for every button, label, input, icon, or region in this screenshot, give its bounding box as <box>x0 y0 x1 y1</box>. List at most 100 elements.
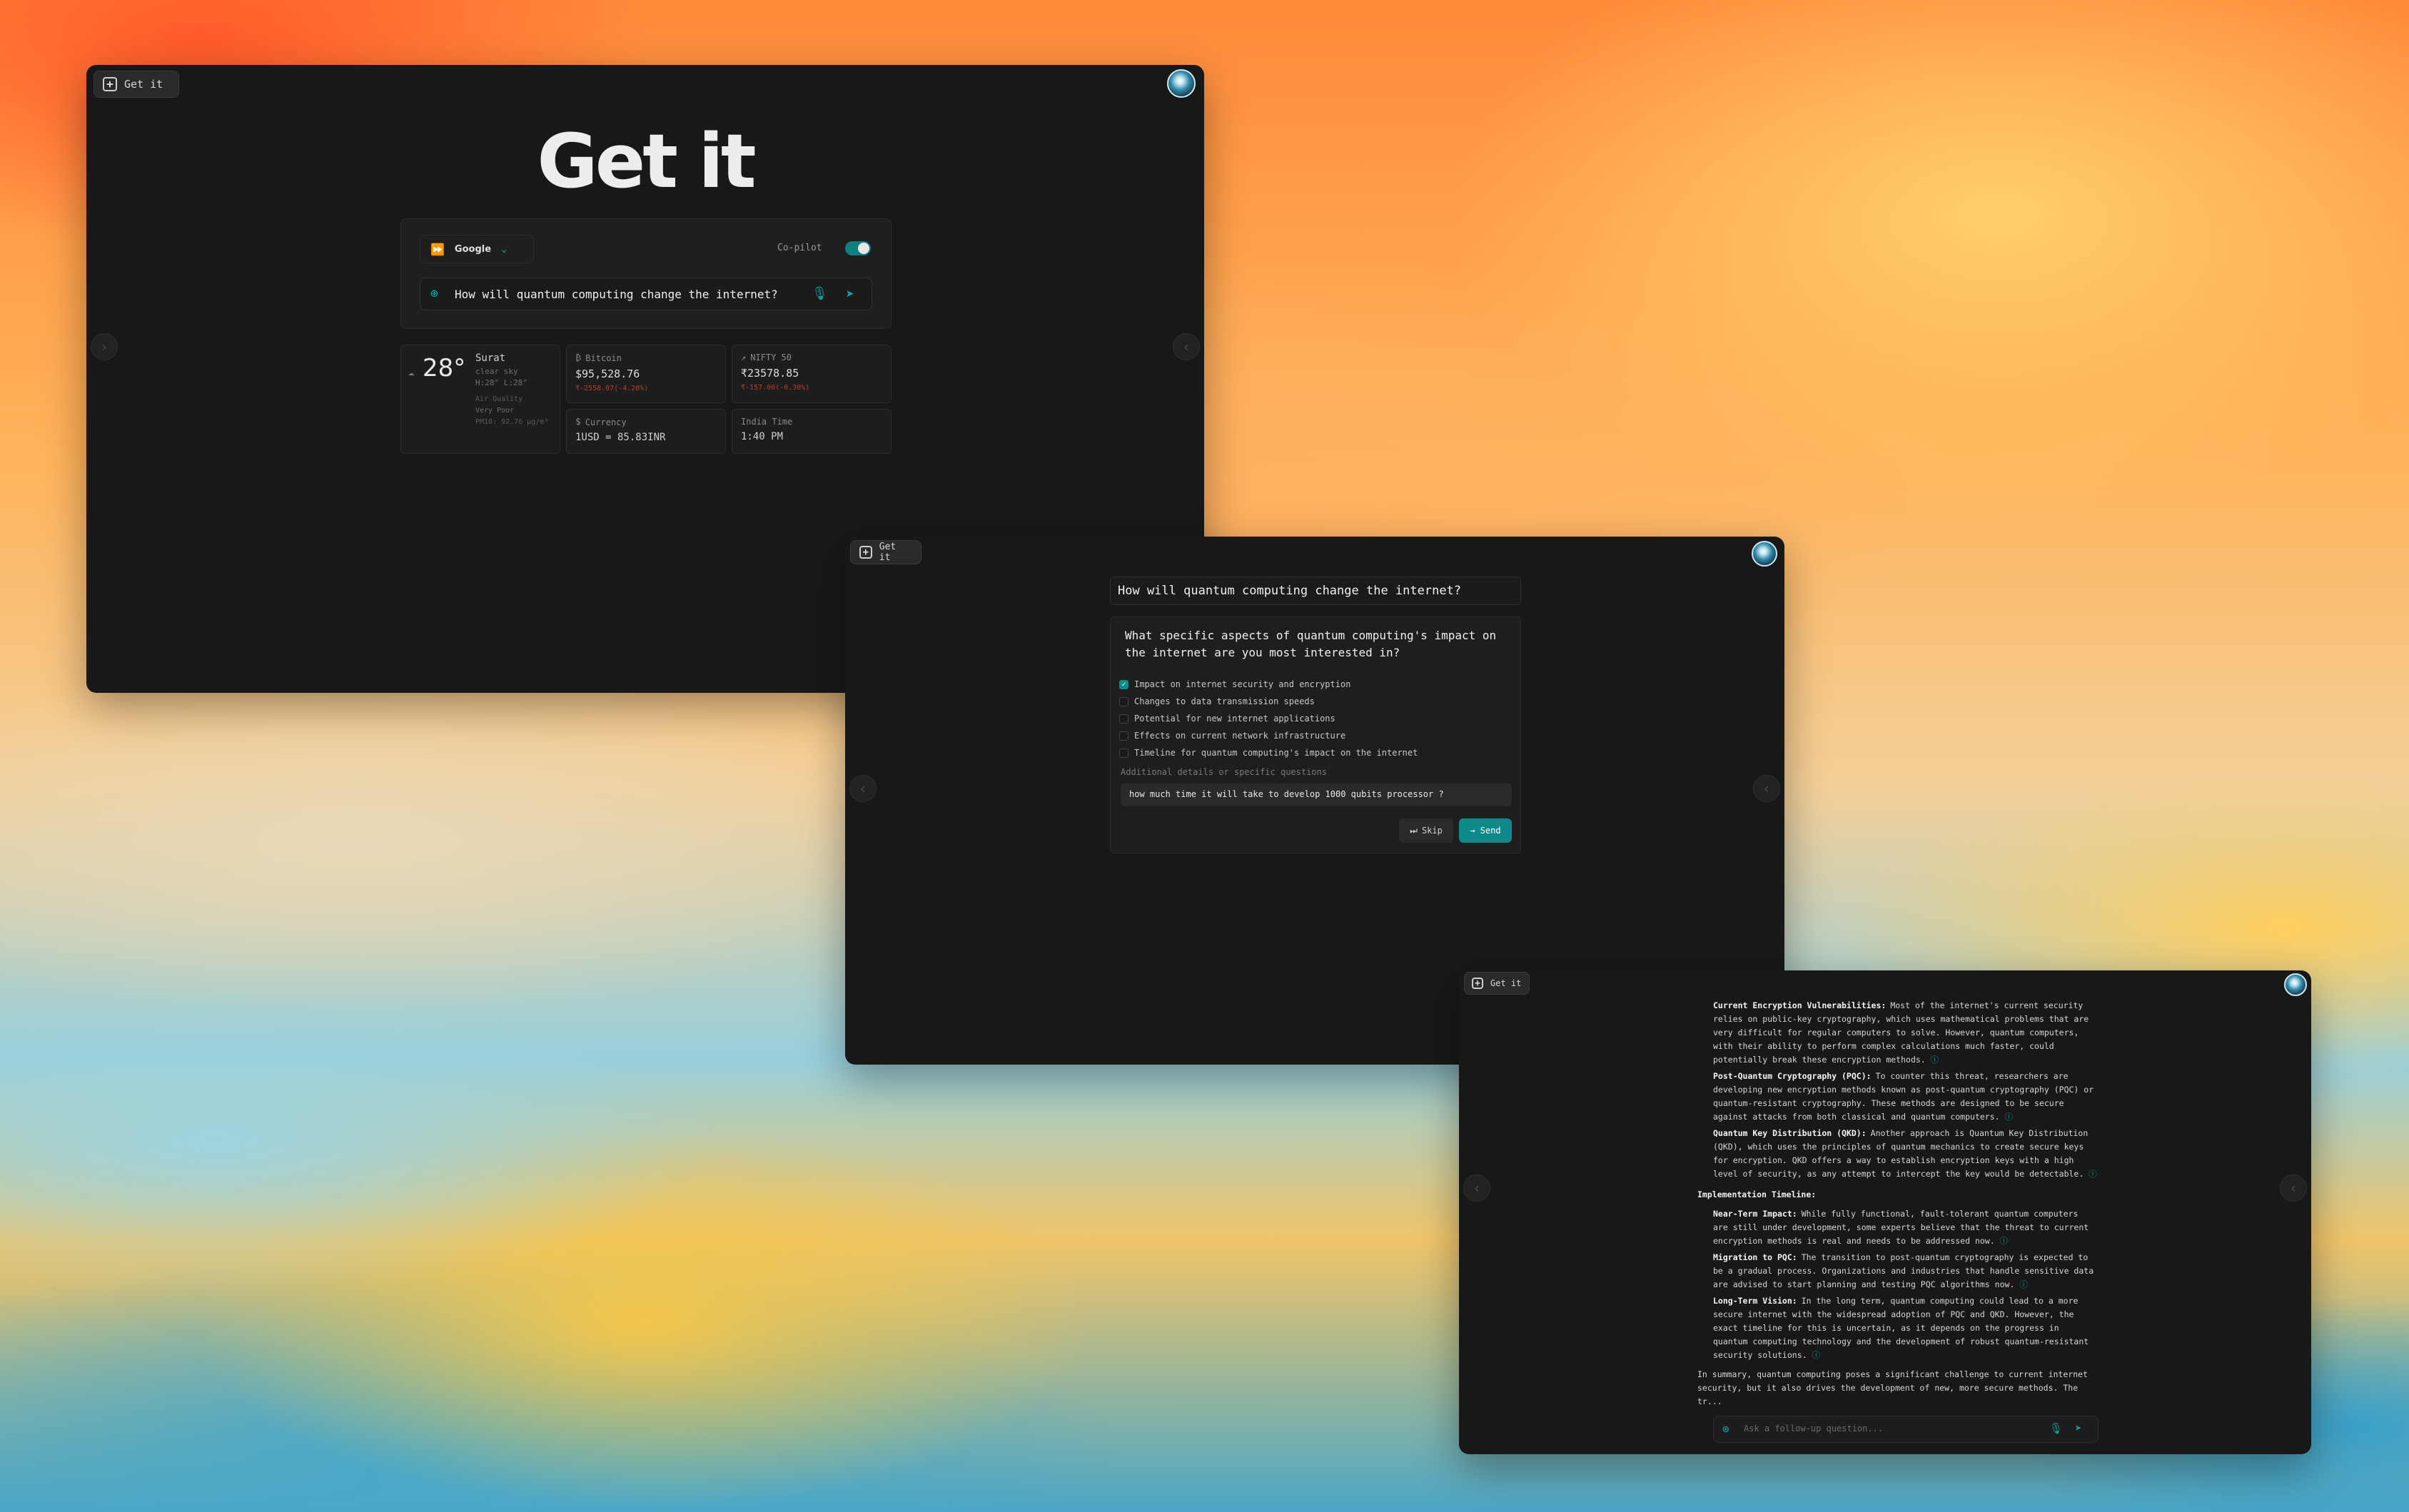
checkbox[interactable] <box>1119 748 1128 758</box>
answer-item-title: Migration to PQC: <box>1713 1252 1797 1262</box>
clarify-panel: What specific aspects of quantum computi… <box>1110 617 1521 853</box>
citation-icon[interactable]: ⓘ <box>1995 1236 2009 1246</box>
citation-icon[interactable]: ⓘ <box>1807 1350 1820 1360</box>
weather-temp: 28° <box>423 354 466 382</box>
plus-circle-icon[interactable]: ⊕ <box>1722 1422 1729 1436</box>
mic-icon[interactable]: 🎙 <box>2049 1422 2063 1435</box>
time-value: 1:40 PM <box>741 431 784 442</box>
floating-get-it-label-2: Get it <box>1490 978 1522 988</box>
mic-icon[interactable]: 🎙 <box>812 286 828 301</box>
currency-label: Currency <box>585 417 627 427</box>
details-input[interactable]: how much time it will take to develop 10… <box>1121 783 1512 806</box>
answer-content: Current Encryption Vulnerabilities: Most … <box>1697 999 2097 1409</box>
bitcoin-price: $95,528.76 <box>575 367 640 380</box>
citation-icon[interactable]: ⓘ <box>1926 1055 1939 1065</box>
checkbox[interactable] <box>1119 714 1128 724</box>
citation-icon[interactable]: ⓘ <box>2084 1169 2097 1179</box>
send-icon[interactable]: ➤ <box>2075 1421 2082 1435</box>
option-label: Timeline for quantum computing's impact … <box>1134 748 1418 758</box>
details-label: Additional details or specific questions <box>1121 767 1327 777</box>
floating-get-it-button[interactable]: + Get it <box>850 540 921 564</box>
copilot-toggle[interactable] <box>845 241 871 255</box>
send-icon[interactable]: ➤ <box>846 285 854 303</box>
nifty-label: NIFTY 50 <box>750 352 792 362</box>
answer-item: Long-Term Vision: In the long term, quant… <box>1713 1294 2097 1362</box>
option-label: Changes to data transmission speeds <box>1134 696 1315 706</box>
copilot-label: Co-pilot <box>777 243 822 253</box>
floating-get-it-button-2[interactable]: + Get it <box>1464 972 1530 995</box>
right-arrow-icon[interactable]: ‹ <box>2280 1174 2307 1202</box>
option-label: Effects on current network infrastructur… <box>1134 731 1346 741</box>
logo: Get it <box>537 118 756 205</box>
weather-card: ☁ 28° Surat clear sky H:28° L:28° Air Qu… <box>400 345 560 454</box>
time-label: India Time <box>741 417 793 427</box>
bitcoin-icon: ₿ <box>575 352 582 362</box>
get-it-button[interactable]: + Get it <box>94 71 179 98</box>
bitcoin-card: ₿ Bitcoin $95,528.76 ₹-2558.07(-4.20%) <box>566 345 726 403</box>
currency-card: $ Currency 1USD = 85.83INR <box>566 409 726 454</box>
fast-forward-icon: ⏩ <box>430 242 445 256</box>
air-quality-value: Very Poor <box>475 407 515 415</box>
air-quality-label: Air Quality <box>475 395 523 403</box>
skip-label: Skip <box>1421 826 1443 836</box>
checkbox-checked[interactable]: ✓ <box>1119 679 1128 689</box>
pm-value: PM10: 92.76 µg/m³ <box>475 418 549 426</box>
nifty-card: ↗ NIFTY 50 ₹23578.85 ₹-157.00(-0.30%) <box>732 345 892 403</box>
avatar[interactable] <box>1167 69 1196 98</box>
send-button[interactable]: → Send <box>1459 818 1512 843</box>
option-label: Potential for new internet applications <box>1134 714 1335 724</box>
plus-circle-icon[interactable]: ⊕ <box>430 286 438 301</box>
left-arrow-icon[interactable]: ‹ <box>849 775 877 802</box>
citation-icon[interactable]: ⓘ <box>2014 1279 2028 1289</box>
answer-item-title: Post-Quantum Cryptography (PQC): <box>1713 1071 1872 1081</box>
avatar[interactable] <box>1752 541 1777 567</box>
floating-get-it-label: Get it <box>879 542 897 563</box>
citation-icon[interactable]: ⓘ <box>2000 1112 2014 1122</box>
security-list: Current Encryption Vulnerabilities: Most … <box>1697 999 2097 1181</box>
left-arrow-icon[interactable]: › <box>91 333 118 360</box>
weather-city: Surat <box>475 352 506 364</box>
bitcoin-change: ₹-2558.07(-4.20%) <box>575 385 649 392</box>
option-row[interactable]: ✓ Impact on internet security and encrypt… <box>1119 676 1516 693</box>
bitcoin-label: Bitcoin <box>585 352 622 363</box>
followup-bar[interactable]: ⊕ Ask a follow-up question... 🎙 ➤ <box>1713 1416 2099 1443</box>
skip-icon: ⏭ <box>1410 825 1418 836</box>
left-arrow-icon[interactable]: ‹ <box>1463 1174 1490 1202</box>
checkbox[interactable] <box>1119 696 1128 706</box>
option-row[interactable]: Changes to data transmission speeds <box>1119 693 1516 710</box>
options-list: ✓ Impact on internet security and encrypt… <box>1119 676 1516 761</box>
currency-value: 1USD = 85.83INR <box>575 432 666 443</box>
answer-item-title: Long-Term Vision: <box>1713 1296 1797 1306</box>
engine-label: Google <box>454 243 492 255</box>
search-input[interactable]: How will quantum computing change the in… <box>455 288 778 301</box>
new-tab-icon: + <box>103 77 117 91</box>
option-row[interactable]: Timeline for quantum computing's impact … <box>1119 744 1516 761</box>
answer-item: Current Encryption Vulnerabilities: Most … <box>1713 999 2097 1067</box>
option-row[interactable]: Potential for new internet applications <box>1119 710 1516 727</box>
answer-item: Quantum Key Distribution (QKD): Another a… <box>1713 1127 2097 1181</box>
skip-button[interactable]: ⏭ Skip <box>1399 818 1453 843</box>
checkbox[interactable] <box>1119 731 1128 741</box>
answer-item-title: Current Encryption Vulnerabilities: <box>1713 1000 1887 1010</box>
section-heading: Implementation Timeline: <box>1697 1189 1817 1199</box>
engine-selector[interactable]: ⏩ Google ⌄ <box>420 235 534 263</box>
followup-input[interactable]: Ask a follow-up question... <box>1744 1424 1883 1434</box>
avatar[interactable] <box>2284 973 2307 996</box>
answer-item-title: Quantum Key Distribution (QKD): <box>1713 1128 1867 1138</box>
right-arrow-icon[interactable]: ‹ <box>1173 333 1200 360</box>
answer-item-title: Near-Term Impact: <box>1713 1209 1797 1219</box>
get-it-label: Get it <box>124 78 163 91</box>
new-tab-icon: + <box>1472 978 1483 989</box>
answer-window: Current Encryption Vulnerabilities: Most … <box>1459 970 2311 1454</box>
answer-item: Migration to PQC: The transition to post-… <box>1713 1251 2097 1292</box>
clarify-question: What specific aspects of quantum computi… <box>1125 629 1497 659</box>
weather-range: H:28° L:28° <box>475 378 527 387</box>
search-panel: ⏩ Google ⌄ Co-pilot ⊕ How will quantum c… <box>400 218 892 329</box>
answer-item: Near-Term Impact: While fully functional,… <box>1713 1207 2097 1248</box>
option-label: Impact on internet security and encrypti… <box>1134 679 1351 689</box>
query-bar[interactable]: How will quantum computing change the in… <box>1110 577 1521 605</box>
timeline-list: Near-Term Impact: While fully functional,… <box>1697 1207 2097 1362</box>
right-arrow-icon[interactable]: ‹ <box>1753 775 1780 802</box>
option-row[interactable]: Effects on current network infrastructur… <box>1119 727 1516 744</box>
search-input-box[interactable]: ⊕ How will quantum computing change the … <box>420 278 872 310</box>
